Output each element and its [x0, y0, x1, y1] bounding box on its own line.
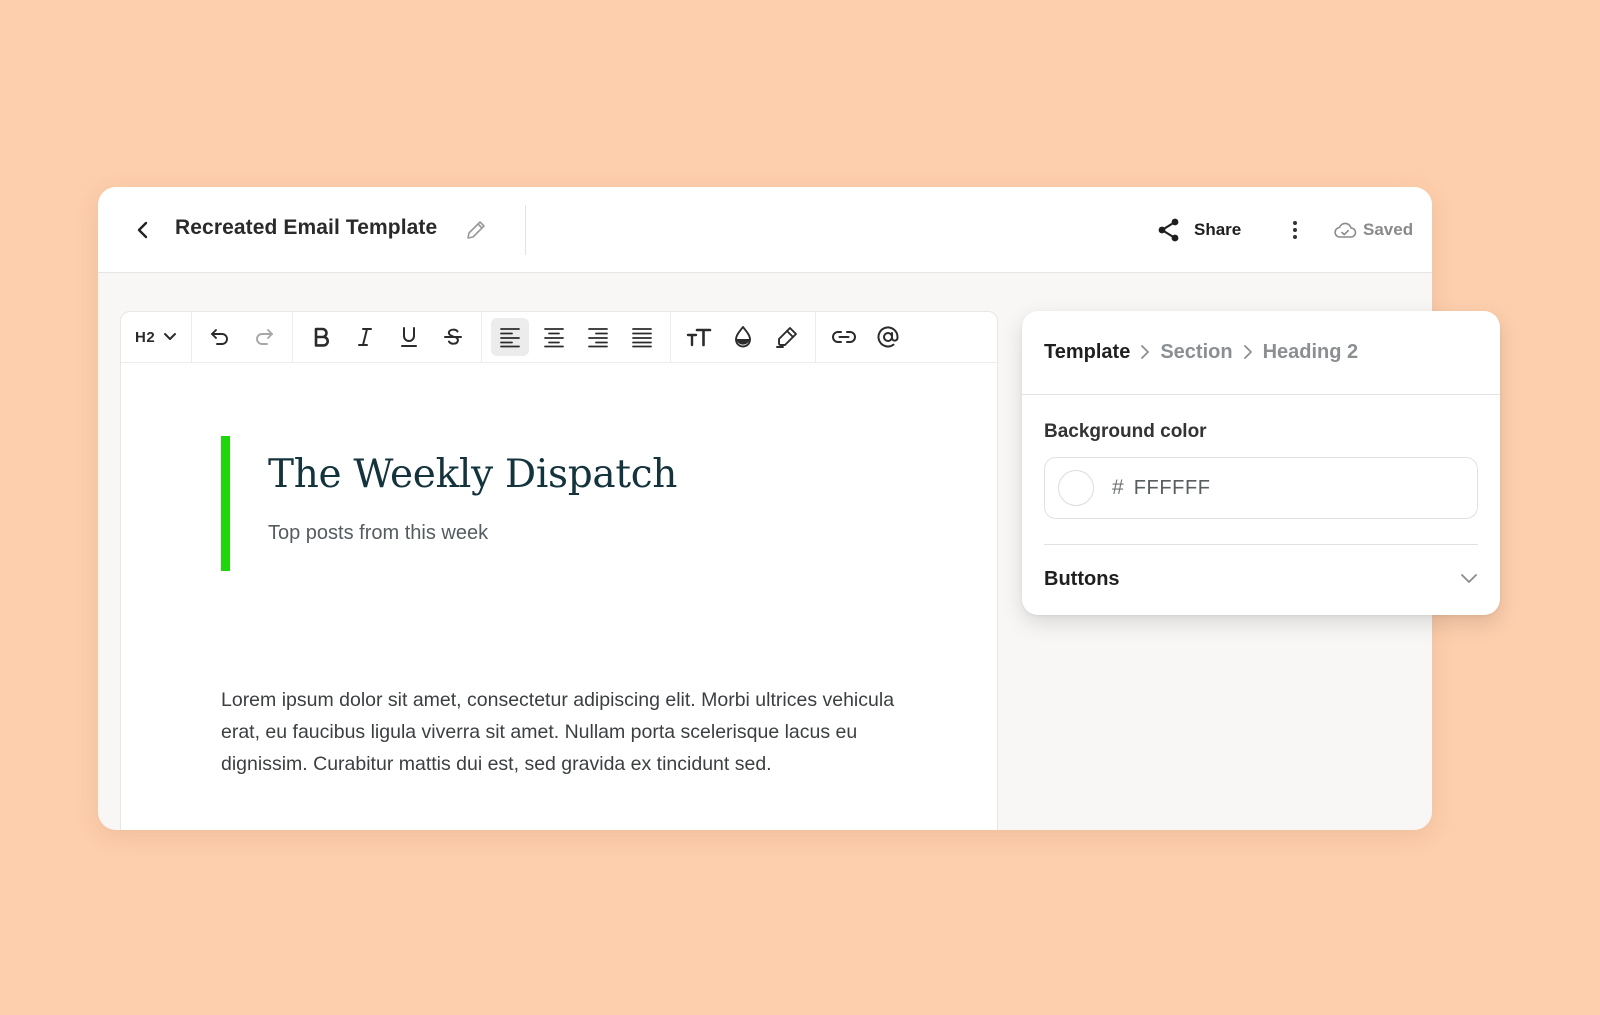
newsletter-heading[interactable]: The Weekly Dispatch	[268, 452, 677, 497]
breadcrumb: Template Section Heading 2	[1044, 337, 1358, 367]
chevron-down-icon	[164, 333, 177, 340]
align-center-button[interactable]	[535, 318, 573, 356]
panel-divider	[1022, 394, 1500, 395]
share-icon	[1158, 218, 1179, 242]
more-vertical-icon	[1293, 221, 1297, 239]
insert-group	[816, 312, 916, 363]
align-right-icon	[588, 328, 609, 348]
text-color-button[interactable]	[724, 318, 762, 356]
text-appearance-group	[671, 311, 817, 363]
hash-prefix: #	[1112, 476, 1124, 499]
back-button[interactable]	[128, 213, 158, 247]
insert-link-button[interactable]	[825, 318, 863, 356]
text-color-icon	[735, 326, 752, 348]
mention-icon	[877, 326, 899, 348]
mention-button[interactable]	[869, 318, 907, 356]
undo-button[interactable]	[201, 318, 239, 356]
strikethrough-icon	[444, 328, 463, 345]
header-divider	[525, 205, 526, 255]
chevron-down-icon	[1461, 574, 1477, 583]
text-size-button[interactable]	[680, 318, 718, 356]
chevron-right-icon	[1243, 345, 1252, 359]
history-group	[192, 311, 294, 363]
text-size-icon	[686, 328, 712, 347]
rename-button[interactable]	[461, 215, 491, 245]
text-style-group	[293, 311, 483, 363]
undo-icon	[211, 329, 229, 345]
chevron-left-icon	[137, 221, 148, 239]
document-title: Recreated Email Template	[175, 216, 438, 239]
properties-panel: Template Section Heading 2 Background co…	[1022, 311, 1500, 615]
bold-button[interactable]	[302, 318, 340, 356]
more-options-button[interactable]	[1280, 213, 1310, 247]
align-justify-button[interactable]	[623, 318, 661, 356]
background-color-label: Background color	[1044, 421, 1207, 442]
redo-icon	[256, 329, 274, 345]
formatting-toolbar: H2	[121, 311, 997, 363]
cloud-check-icon	[1334, 222, 1357, 238]
newsletter-subheading[interactable]: Top posts from this week	[268, 522, 488, 545]
chevron-right-icon	[1141, 345, 1150, 359]
saved-label: Saved	[1363, 220, 1414, 239]
breadcrumb-template[interactable]: Template	[1044, 341, 1130, 364]
heading-group: H2	[121, 311, 193, 363]
share-label: Share	[1194, 220, 1242, 239]
breadcrumb-section[interactable]: Section	[1160, 341, 1232, 364]
breadcrumb-heading[interactable]: Heading 2	[1263, 341, 1359, 364]
align-center-icon	[544, 328, 565, 348]
heading-level-value: H2	[135, 328, 156, 346]
heading-level-select[interactable]: H2	[127, 318, 185, 356]
section-divider	[1044, 544, 1478, 545]
share-button[interactable]: Share	[1156, 213, 1241, 247]
background-color-field[interactable]: # FFFFFF	[1044, 457, 1478, 519]
buttons-section-label: Buttons	[1044, 567, 1120, 590]
email-canvas[interactable]: The Weekly Dispatch Top posts from this …	[121, 364, 997, 830]
underline-icon	[401, 327, 418, 347]
link-icon	[832, 331, 857, 343]
strikethrough-button[interactable]	[434, 318, 472, 356]
pencil-icon	[467, 221, 485, 239]
align-left-button[interactable]	[491, 318, 530, 356]
email-editor: H2 The Weekly Dispatch Top posts from th…	[120, 311, 998, 830]
heading-accent-bar	[221, 436, 230, 571]
buttons-section-toggle[interactable]: Buttons	[1044, 562, 1478, 596]
underline-button[interactable]	[390, 318, 428, 356]
color-swatch[interactable]	[1058, 470, 1094, 506]
align-right-button[interactable]	[579, 318, 617, 356]
top-bar: Recreated Email Template Share Saved	[98, 187, 1432, 273]
align-left-icon	[500, 328, 521, 348]
hex-value[interactable]: FFFFFF	[1134, 477, 1211, 500]
alignment-group	[482, 311, 672, 363]
bold-icon	[314, 327, 330, 347]
body-paragraph[interactable]: Lorem ipsum dolor sit amet, consectetur …	[221, 684, 911, 780]
italic-button[interactable]	[346, 318, 384, 356]
highlight-button[interactable]	[768, 318, 806, 356]
save-status: Saved	[1333, 215, 1413, 245]
align-justify-icon	[632, 328, 653, 348]
italic-icon	[358, 328, 373, 346]
highlighter-icon	[776, 327, 798, 348]
redo-button[interactable]	[245, 318, 283, 356]
